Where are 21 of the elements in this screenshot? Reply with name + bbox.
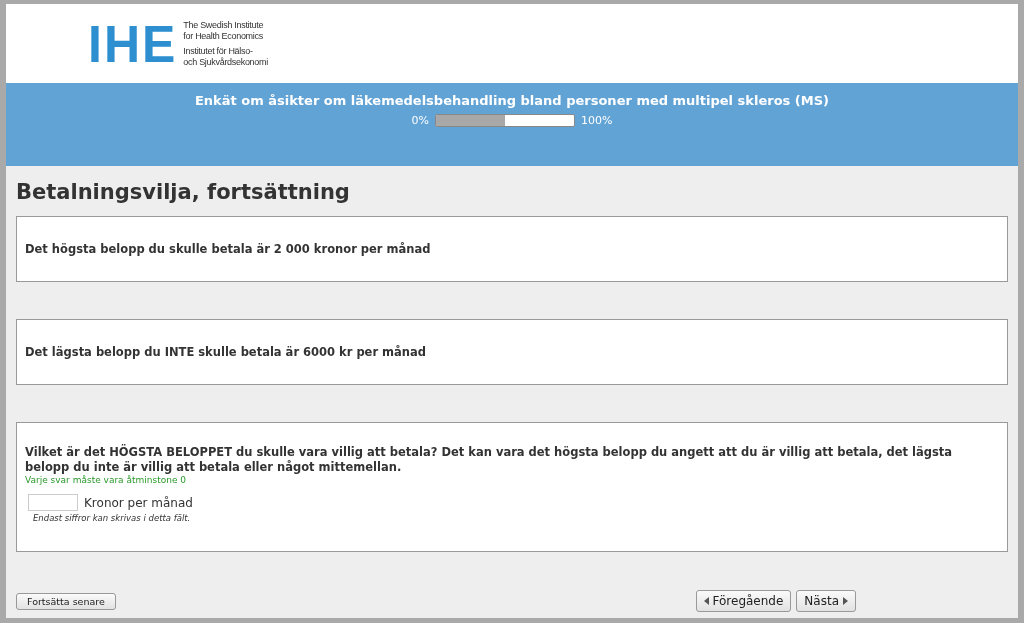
unit-label: Kronor per månad <box>84 495 193 510</box>
next-button[interactable]: Nästa <box>796 590 856 612</box>
question-text: Vilket är det HÖGSTA BELOPPET du skulle vara villig att betala? Det kan vara det högsta belopp du angett att du är villig att betala, det lägsta belopp du inte är villig att betala eller något mittemellan. <box>25 445 954 475</box>
logo-text: for Health Economics <box>183 30 264 42</box>
continue-later-button[interactable]: Fortsätta senare <box>16 592 116 610</box>
right-arrow-icon <box>843 597 848 605</box>
logo-mark: IHE <box>88 17 178 70</box>
progress-start-label: 0% <box>411 114 429 127</box>
amount-input[interactable] <box>28 494 78 511</box>
input-hint: Endast siffror kan skrivas i detta fält. <box>32 513 192 523</box>
progress-end-label: 100% <box>581 114 613 127</box>
left-arrow-icon <box>703 597 709 605</box>
previous-button[interactable]: Föregående <box>695 590 792 612</box>
question-text: Det högsta belopp du skulle betala är 2 000 kronor per månad <box>25 241 431 257</box>
logo-text: Institutet för Hälso- <box>183 45 254 57</box>
page-title: Betalningsvilja, fortsättning <box>16 180 351 204</box>
logo-text: och Sjukvårdsekonomi <box>183 56 268 68</box>
question-text: Det lägsta belopp du INTE skulle betala är 6000 kr per månad <box>25 344 427 360</box>
survey-title: Enkät om åsikter om läkemedelsbehandling bland personer med multipel skleros (MS) <box>194 93 830 108</box>
validation-tip: Varje svar måste vara åtminstone 0 <box>25 475 188 485</box>
logo-text: The Swedish Institute <box>183 19 265 31</box>
